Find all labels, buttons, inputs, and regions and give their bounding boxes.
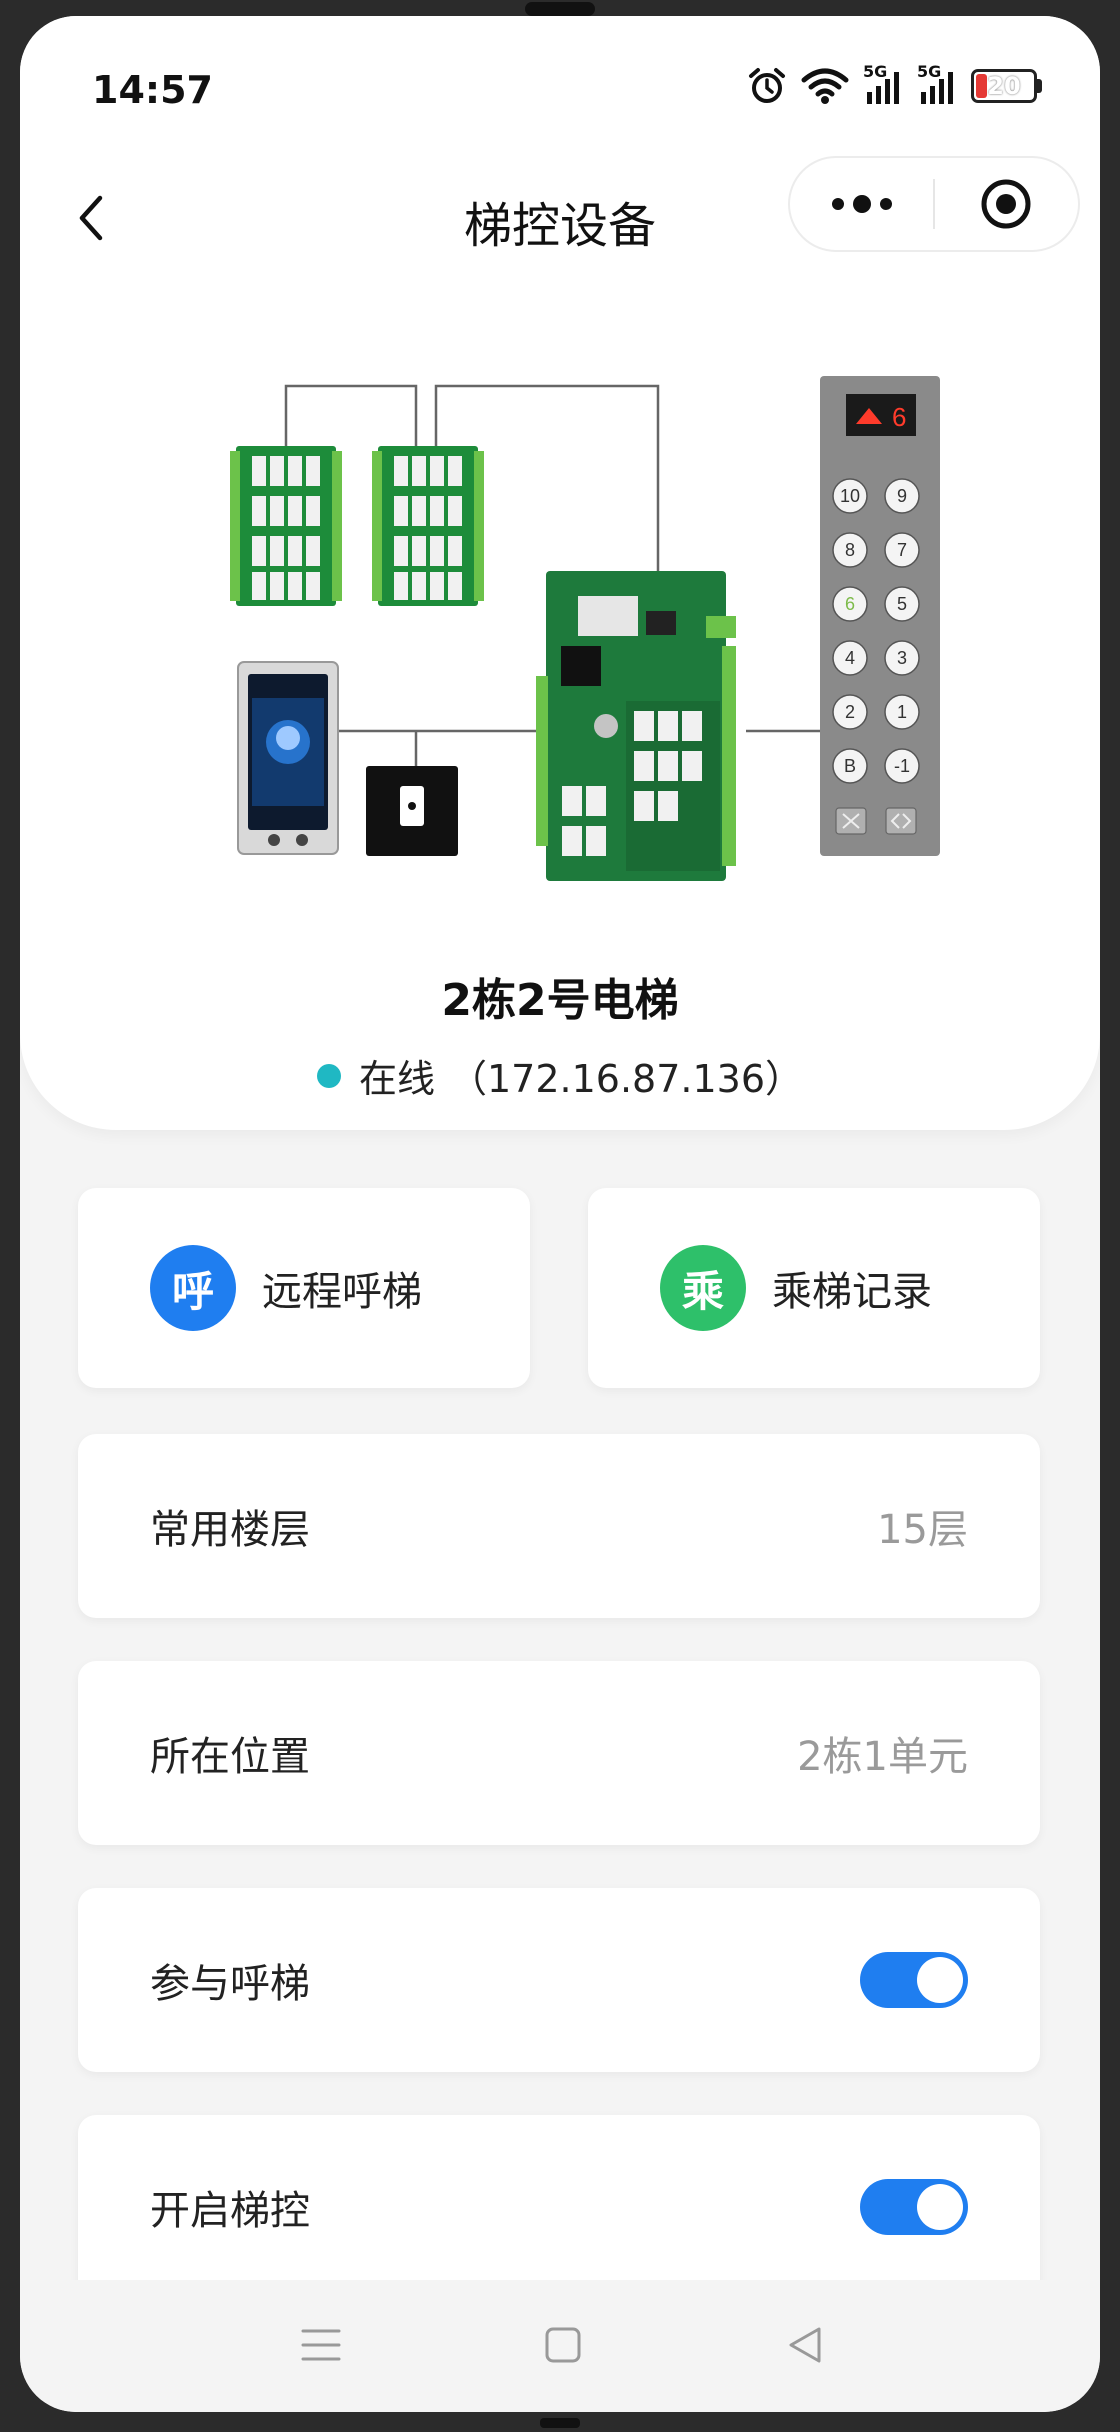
location-label: 所在位置 bbox=[150, 1734, 310, 1780]
ride-icon: 乘 bbox=[660, 1245, 746, 1331]
remote-call-button[interactable]: 呼 远程呼梯 bbox=[78, 1188, 530, 1388]
location-value: 2栋1单元 bbox=[797, 1734, 968, 1780]
bottom-notch bbox=[540, 2418, 580, 2428]
common-floor-label: 常用楼层 bbox=[150, 1507, 310, 1553]
status-bar: 14:57 5G 5G 20 bbox=[20, 16, 1100, 156]
face-terminal bbox=[237, 661, 339, 855]
status-time: 14:57 bbox=[92, 68, 213, 112]
device-ip: （172.16.87.136） bbox=[449, 1057, 804, 1101]
miniprogram-capsule bbox=[788, 156, 1080, 252]
camera-notch bbox=[525, 2, 595, 16]
panel-btn-6: 6 bbox=[845, 594, 855, 614]
menu-nav-button[interactable] bbox=[286, 2310, 356, 2380]
panel-btn-1: 1 bbox=[897, 702, 907, 722]
wifi-icon bbox=[801, 66, 849, 106]
panel-btn-3: 3 bbox=[897, 648, 907, 668]
panel-btn-10: 10 bbox=[840, 486, 860, 506]
alarm-icon bbox=[747, 66, 787, 106]
menu-icon bbox=[301, 2329, 341, 2361]
panel-display: 6 bbox=[892, 402, 906, 432]
panel-btn-2: 2 bbox=[845, 702, 855, 722]
device-illustration: 6 10 9 8 7 6 5 4 3 2 1 B -1 bbox=[206, 346, 946, 906]
target-icon bbox=[981, 179, 1031, 229]
join-call-row: 参与呼梯 bbox=[78, 1888, 1040, 2072]
panel-btn-7: 7 bbox=[897, 540, 907, 560]
signal-icon-1: 5G bbox=[863, 62, 903, 106]
ride-record-label: 乘梯记录 bbox=[772, 1269, 932, 1315]
panel-btn-9: 9 bbox=[897, 486, 907, 506]
phone-screen: 14:57 5G 5G 20 梯控设备 6 10 9 8 7 6 5 4 3 2… bbox=[20, 16, 1100, 2412]
common-floor-row[interactable]: 常用楼层 15层 bbox=[78, 1434, 1040, 1618]
enable-control-toggle[interactable] bbox=[860, 2179, 968, 2235]
back-triangle-icon bbox=[789, 2327, 821, 2363]
network-type-2: 5G bbox=[917, 62, 942, 81]
status-icons: 5G 5G 20 bbox=[747, 62, 1042, 108]
panel-btn-minus1: -1 bbox=[894, 756, 910, 776]
card-reader bbox=[366, 766, 458, 856]
battery-level: 20 bbox=[987, 72, 1021, 100]
battery-icon: 20 bbox=[971, 69, 1042, 103]
ride-record-button[interactable]: 乘 乘梯记录 bbox=[588, 1188, 1040, 1388]
device-header: 14:57 5G 5G 20 梯控设备 6 10 9 8 7 6 5 4 3 2… bbox=[20, 16, 1100, 1130]
join-call-toggle[interactable] bbox=[860, 1952, 968, 2008]
online-status-dot bbox=[316, 1063, 341, 1088]
enable-control-row: 开启梯控 bbox=[78, 2115, 1040, 2299]
relay-board-1 bbox=[230, 446, 342, 606]
online-status-label: 在线 bbox=[358, 1057, 435, 1101]
panel-btn-4: 4 bbox=[845, 648, 855, 668]
panel-btn-8: 8 bbox=[845, 540, 855, 560]
more-button[interactable] bbox=[790, 158, 933, 250]
panel-btn-5: 5 bbox=[897, 594, 907, 614]
join-call-label: 参与呼梯 bbox=[150, 1961, 310, 2007]
controller-board bbox=[536, 571, 736, 881]
back-nav-button[interactable] bbox=[770, 2310, 840, 2380]
network-type-1: 5G bbox=[863, 62, 888, 81]
location-row[interactable]: 所在位置 2栋1单元 bbox=[78, 1661, 1040, 1845]
signal-icon-2: 5G bbox=[917, 62, 957, 106]
home-square-icon bbox=[545, 2327, 581, 2363]
panel-btn-b: B bbox=[844, 756, 856, 776]
call-icon: 呼 bbox=[150, 1245, 236, 1331]
toggle-knob bbox=[917, 2184, 963, 2230]
elevator-panel: 6 10 9 8 7 6 5 4 3 2 1 B -1 bbox=[820, 376, 940, 856]
home-nav-button[interactable] bbox=[528, 2310, 598, 2380]
system-nav-bar bbox=[20, 2280, 1100, 2412]
enable-control-label: 开启梯控 bbox=[150, 2188, 310, 2234]
relay-board-2 bbox=[372, 446, 484, 606]
more-dots-icon bbox=[831, 195, 892, 213]
remote-call-label: 远程呼梯 bbox=[262, 1269, 422, 1315]
common-floor-value: 15层 bbox=[877, 1507, 968, 1553]
device-name: 2栋2号电梯 bbox=[441, 975, 679, 1026]
toggle-knob bbox=[917, 1957, 963, 2003]
close-miniprogram-button[interactable] bbox=[935, 158, 1078, 250]
device-status: 在线 （172.16.87.136） bbox=[20, 1048, 1100, 1103]
